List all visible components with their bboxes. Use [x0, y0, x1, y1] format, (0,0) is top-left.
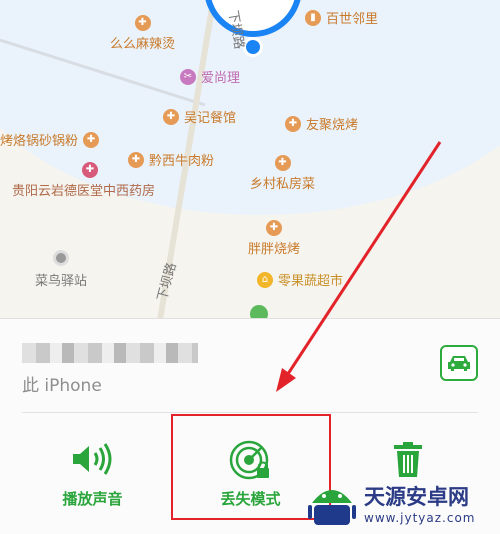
restaurant-icon: ✚ [134, 15, 151, 31]
store-icon: ▮ [305, 9, 321, 26]
poi-label: 烤烙锅砂锅粉 [0, 134, 79, 149]
restaurant-icon: ✚ [83, 131, 100, 148]
map-poi[interactable]: ✚ 吴记餐馆 [163, 107, 236, 126]
poi-label: 黔西牛肉粉 [149, 154, 215, 169]
map-poi[interactable]: 菜鸟驿站 [35, 250, 87, 289]
map-poi[interactable]: ✚ 乡村私房菜 [250, 155, 315, 192]
speaker-icon [72, 443, 111, 475]
watermark-url: www.jytyaz.com [364, 511, 476, 525]
car-icon [448, 356, 470, 371]
poi-label: 么么麻辣烫 [110, 37, 176, 52]
restaurant-icon: ✚ [285, 115, 301, 132]
map-poi[interactable]: ▮ 百世邻里 [305, 8, 378, 27]
poi-label: 百世邻里 [326, 12, 379, 27]
map-poi[interactable]: ⌂ 零果蔬超市 [257, 270, 343, 289]
watermark-title: 天源安卓网 [364, 485, 469, 509]
directions-button[interactable] [440, 345, 478, 381]
action-label: 播放声音 [62, 490, 123, 508]
poi-label: 吴记餐馆 [184, 111, 237, 126]
basket-icon: ⌂ [257, 271, 273, 288]
pharmacy-icon: ✚ [82, 162, 98, 178]
device-name-redacted [22, 343, 198, 363]
poi-label: 胖胖烧烤 [248, 242, 301, 257]
trash-icon [393, 442, 422, 477]
android-logo-icon [308, 490, 356, 525]
map-poi[interactable]: ✚ 友聚烧烤 [285, 114, 358, 133]
device-subtitle: 此 iPhone [22, 376, 102, 396]
map-poi[interactable]: ✂ 爱尚理 [180, 67, 240, 86]
divider [22, 412, 478, 413]
poi-label: 乡村私房菜 [250, 177, 316, 192]
restaurant-icon: ✚ [163, 108, 179, 125]
map-poi[interactable]: ✚ 烤烙锅砂锅粉 [0, 130, 100, 149]
map-poi[interactable]: ✚ 贵阳云岩德医堂中西药房 [12, 162, 155, 199]
map-view[interactable]: ▮ 百世邻里 ✚ 么么麻辣烫 ✂ 爱尚理 ✚ 吴记餐馆 ✚ 友聚烧烤 ✚ 烤烙锅… [0, 0, 500, 320]
watermark: 天源安卓网 www.jytyaz.com [308, 482, 496, 530]
pin-icon [53, 250, 69, 266]
highlight-box [171, 414, 331, 520]
map-poi[interactable]: ✚ 么么麻辣烫 [110, 15, 175, 52]
salon-icon: ✂ [180, 68, 196, 85]
poi-label: 菜鸟驿站 [35, 274, 88, 289]
restaurant-icon: ✚ [266, 220, 282, 236]
poi-label: 贵阳云岩德医堂中西药房 [12, 184, 156, 199]
map-poi[interactable]: ✚ 胖胖烧烤 [248, 220, 300, 257]
poi-label: 友聚烧烤 [306, 118, 359, 133]
poi-label: 零果蔬超市 [278, 274, 344, 289]
poi-label: 爱尚理 [201, 71, 241, 86]
restaurant-icon: ✚ [274, 155, 291, 171]
play-sound-button[interactable]: 播放声音 [15, 420, 170, 520]
